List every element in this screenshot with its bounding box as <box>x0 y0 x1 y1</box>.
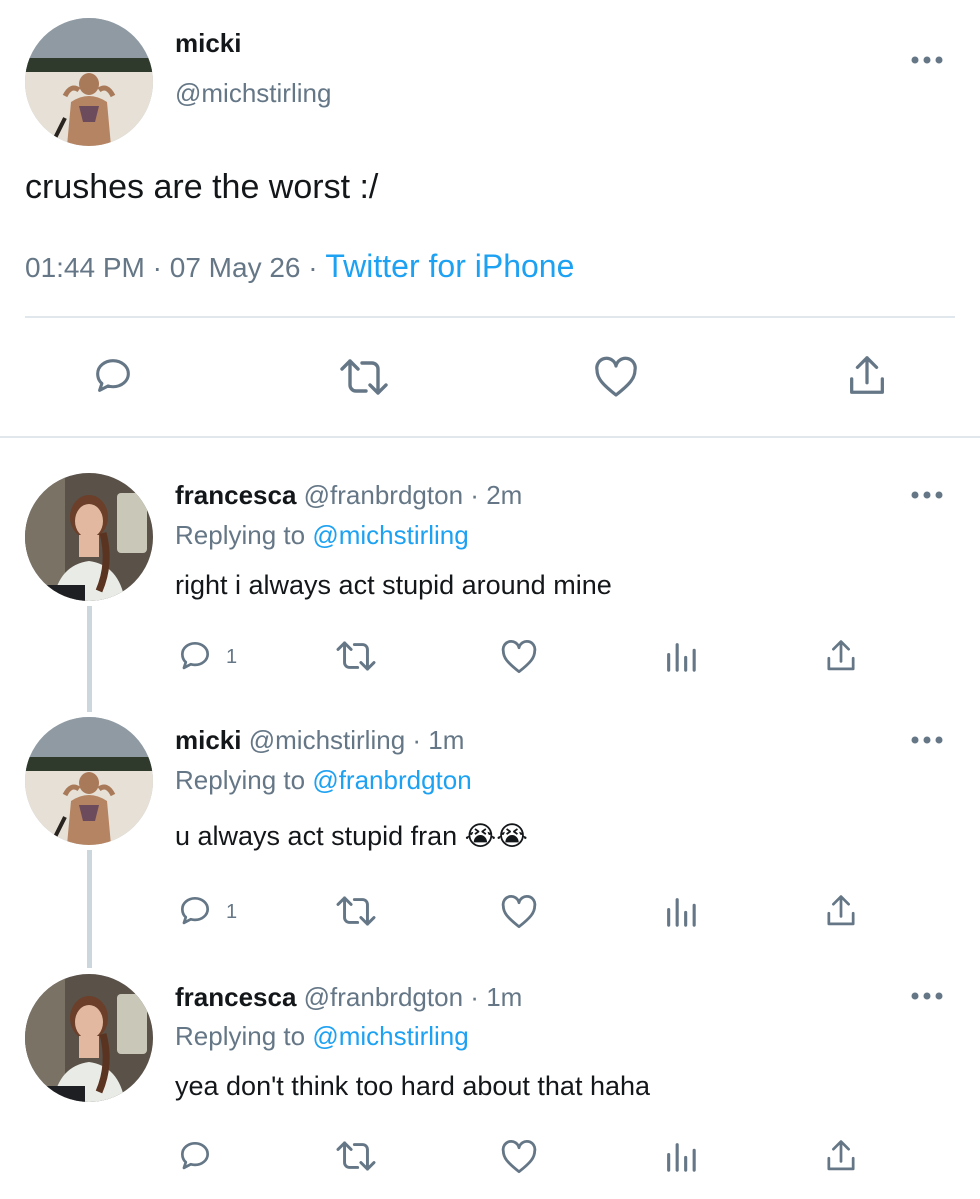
reply-header: francesca @franbrdgton · 1m <box>175 982 522 1013</box>
reply-icon[interactable] <box>176 1137 214 1175</box>
reply-age: 1m <box>486 982 523 1012</box>
analytics-icon[interactable] <box>663 639 697 673</box>
divider <box>25 316 955 318</box>
avatar-francesca[interactable] <box>25 974 153 1102</box>
reply-author-handle[interactable]: @michstirling <box>249 725 405 755</box>
thread-line <box>87 850 92 968</box>
like-icon[interactable] <box>592 353 640 399</box>
more-options-icon[interactable] <box>910 489 944 501</box>
author-name[interactable]: micki <box>175 28 242 59</box>
reply-icon[interactable] <box>176 637 214 675</box>
replying-to-label: Replying to <box>175 520 306 550</box>
replying-to: Replying to @franbrdgton <box>175 765 472 796</box>
reply-author-name[interactable]: francesca <box>175 480 296 510</box>
retweet-icon[interactable] <box>334 1138 378 1174</box>
replying-to-label: Replying to <box>175 765 306 795</box>
like-icon[interactable] <box>499 892 539 930</box>
more-options-icon[interactable] <box>910 990 944 1002</box>
reply-icon[interactable] <box>176 892 214 930</box>
meta-separator: · <box>470 480 479 510</box>
more-options-icon[interactable] <box>910 734 944 746</box>
author-handle[interactable]: @michstirling <box>175 78 331 109</box>
reply-author-name[interactable]: micki <box>175 725 242 755</box>
thread-line <box>87 606 92 712</box>
tweet-text: crushes are the worst :/ <box>25 168 379 206</box>
section-divider <box>0 436 980 438</box>
share-icon[interactable] <box>822 637 860 675</box>
reply-author-name[interactable]: francesca <box>175 982 296 1012</box>
replying-to-label: Replying to <box>175 1021 306 1051</box>
reply-count: 1 <box>226 646 238 668</box>
avatar-francesca[interactable] <box>25 473 153 601</box>
meta-separator: · <box>308 252 318 283</box>
meta-separator: · <box>470 982 479 1012</box>
reply-author-handle[interactable]: @franbrdgton <box>304 480 463 510</box>
retweet-icon[interactable] <box>334 893 378 929</box>
more-options-icon[interactable] <box>910 54 944 66</box>
reply-author-handle[interactable]: @franbrdgton <box>304 982 463 1012</box>
reply-text: yea don't think too hard about that haha <box>175 1071 651 1101</box>
analytics-icon[interactable] <box>663 1139 697 1173</box>
avatar-micki[interactable] <box>25 18 153 146</box>
reply-header: micki @michstirling · 1m <box>175 725 464 756</box>
reply-count: 1 <box>226 901 238 923</box>
reply-age: 2m <box>486 480 523 510</box>
retweet-icon[interactable] <box>338 355 390 399</box>
retweet-icon[interactable] <box>334 638 378 674</box>
share-icon[interactable] <box>822 892 860 930</box>
replying-to-link[interactable]: @michstirling <box>312 1021 468 1051</box>
reply-icon[interactable] <box>90 353 136 399</box>
replying-to-link[interactable]: @franbrdgton <box>312 765 471 795</box>
reply-age: 1m <box>428 725 465 755</box>
reply-text: u always act stupid fran 😭😭 <box>175 821 528 851</box>
replying-to: Replying to @michstirling <box>175 520 469 551</box>
replying-to-link[interactable]: @michstirling <box>312 520 468 550</box>
reply-header: francesca @franbrdgton · 2m <box>175 480 522 511</box>
avatar-micki[interactable] <box>25 717 153 845</box>
analytics-icon[interactable] <box>663 894 697 928</box>
meta-separator: · <box>412 725 422 755</box>
like-icon[interactable] <box>499 637 539 675</box>
tweet-time: 01:44 PM <box>25 252 145 283</box>
reply-text: right i always act stupid around mine <box>175 570 612 600</box>
meta-separator: · <box>152 252 162 283</box>
tweet-meta: 01:44 PM · 07 May 26 · Twitter for iPhon… <box>25 248 574 285</box>
tweet-date: 07 May 26 <box>169 252 301 283</box>
replying-to: Replying to @michstirling <box>175 1021 469 1052</box>
share-icon[interactable] <box>822 1137 860 1175</box>
tweet-source-link[interactable]: Twitter for iPhone <box>325 248 574 284</box>
like-icon[interactable] <box>499 1137 539 1175</box>
share-icon[interactable] <box>844 352 890 400</box>
